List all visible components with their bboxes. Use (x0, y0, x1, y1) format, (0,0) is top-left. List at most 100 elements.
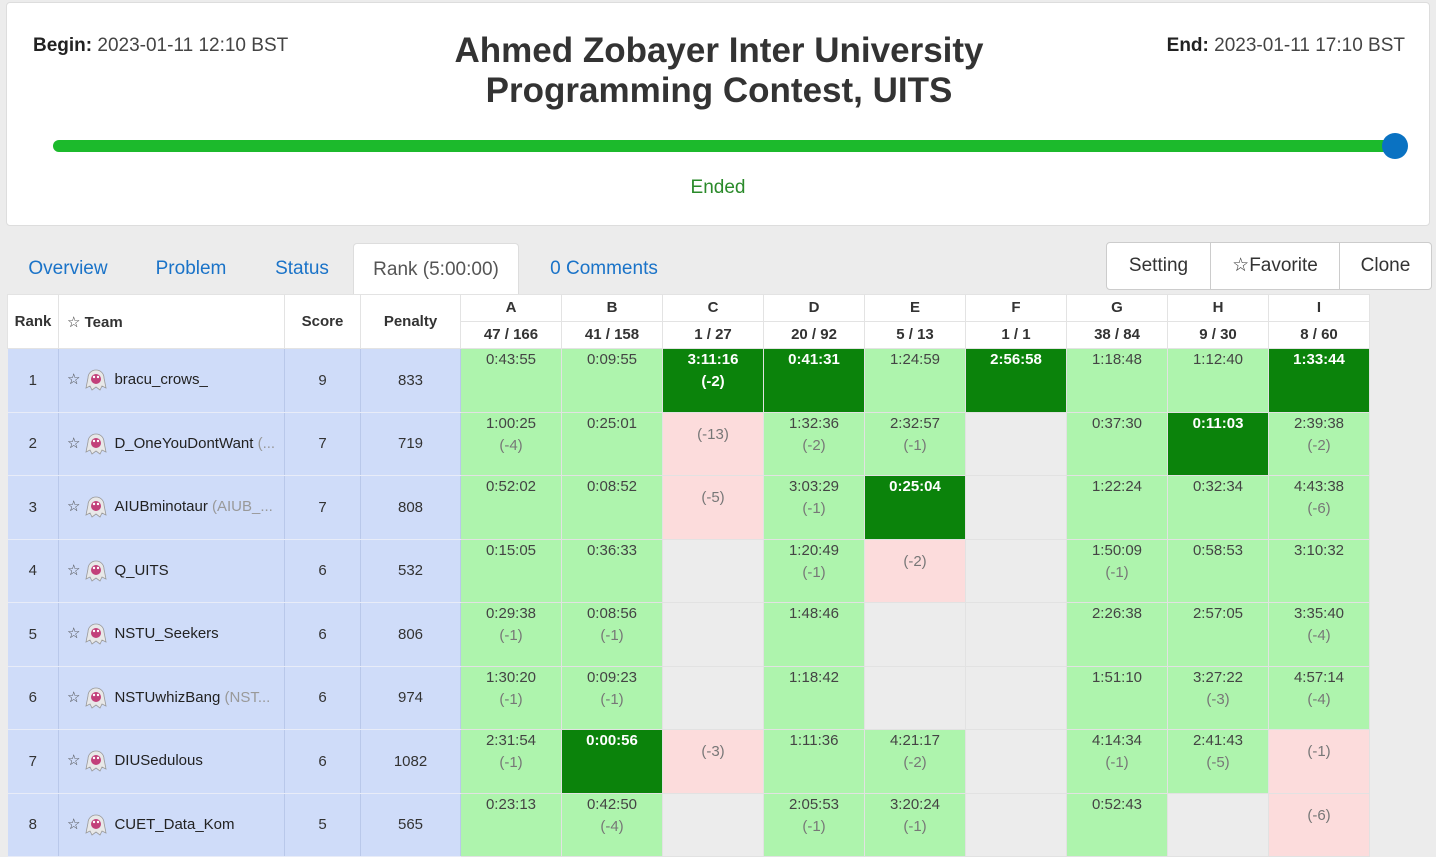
problem-result-cell[interactable]: 3:10:32 (1268, 539, 1370, 603)
problem-header-e[interactable]: E (864, 294, 966, 322)
problem-result-cell[interactable]: 1:11:36 (763, 729, 865, 794)
problem-result-cell[interactable]: 2:41:43 (-5) (1167, 729, 1269, 794)
team-name[interactable]: NSTU_Seekers (114, 625, 218, 642)
problem-result-cell[interactable]: 3:35:40 (-4) (1268, 602, 1370, 667)
favorite-star-icon[interactable]: ☆ (67, 562, 80, 579)
problem-header-i[interactable]: I (1268, 294, 1370, 322)
problem-result-cell[interactable]: 2:56:58 (965, 348, 1067, 413)
problem-result-cell[interactable]: 4:14:34 (-1) (1066, 729, 1168, 794)
problem-result-cell[interactable]: 1:24:59 (864, 348, 966, 413)
problem-result-cell[interactable]: 1:32:36 (-2) (763, 412, 865, 476)
problem-result-cell[interactable]: 1:33:44 (1268, 348, 1370, 413)
problem-result-cell[interactable]: 1:50:09 (-1) (1066, 539, 1168, 603)
tab-problem[interactable]: Problem (130, 243, 252, 295)
problem-result-cell[interactable]: 2:32:57 (-1) (864, 412, 966, 476)
team-name[interactable]: CUET_Data_Kom (114, 816, 234, 833)
problem-header-a[interactable]: A (460, 294, 562, 322)
team-name[interactable]: bracu_crows_ (114, 371, 207, 388)
problem-result-cell[interactable]: 3:27:22 (-3) (1167, 666, 1269, 730)
problem-result-cell[interactable]: 1:22:24 (1066, 475, 1168, 540)
problem-header-c[interactable]: C (662, 294, 764, 322)
problem-result-cell[interactable]: 2:39:38 (-2) (1268, 412, 1370, 476)
problem-result-cell[interactable]: 0:52:02 (460, 475, 562, 540)
problem-result-cell[interactable]: 4:57:14 (-4) (1268, 666, 1370, 730)
problem-result-cell[interactable]: 0:58:53 (1167, 539, 1269, 603)
problem-result-cell[interactable]: 1:18:48 (1066, 348, 1168, 413)
favorite-star-icon[interactable]: ☆ (67, 435, 80, 452)
setting-button[interactable]: Setting (1107, 243, 1210, 289)
penalty-header[interactable]: Penalty (360, 294, 461, 349)
problem-result-cell[interactable]: (-13) (662, 412, 764, 476)
favorite-button[interactable]: ☆Favorite (1210, 243, 1339, 289)
team-name[interactable]: AIUBminotaur (114, 498, 207, 515)
problem-result-cell[interactable]: 0:29:38 (-1) (460, 602, 562, 667)
problem-result-cell[interactable]: 0:08:56 (-1) (561, 602, 663, 667)
problem-result-cell[interactable]: 0:32:34 (1167, 475, 1269, 540)
problem-result-cell[interactable]: 0:09:55 (561, 348, 663, 413)
problem-result-cell[interactable]: 0:42:50 (-4) (561, 793, 663, 857)
problem-result-cell[interactable]: 0:43:55 (460, 348, 562, 413)
tab-status[interactable]: Status (252, 243, 352, 295)
solve-time: 0:41:31 (788, 351, 840, 368)
team-name[interactable]: NSTUwhizBang (114, 689, 220, 706)
problem-result-cell[interactable]: 1:48:46 (763, 602, 865, 667)
problem-header-b[interactable]: B (561, 294, 663, 322)
problem-result-cell[interactable]: 2:31:54 (-1) (460, 729, 562, 794)
problem-result-cell[interactable]: 0:37:30 (1066, 412, 1168, 476)
team-name[interactable]: D_OneYouDontWant (114, 435, 253, 452)
problem-result-cell[interactable]: (-5) (662, 475, 764, 540)
problem-result-cell[interactable]: 1:51:10 (1066, 666, 1168, 730)
rank-header[interactable]: Rank (7, 294, 59, 349)
favorite-star-icon[interactable]: ☆ (67, 816, 80, 833)
tab-comments[interactable]: 0 Comments (529, 243, 679, 295)
problem-header-h[interactable]: H (1167, 294, 1269, 322)
team-name[interactable]: DIUSedulous (114, 752, 202, 769)
problem-result-cell[interactable]: 0:25:04 (864, 475, 966, 540)
favorite-star-icon[interactable]: ☆ (67, 752, 80, 769)
tab-overview[interactable]: Overview (6, 243, 130, 295)
problem-result-cell[interactable]: 0:23:13 (460, 793, 562, 857)
wrong-attempts: (-1) (903, 436, 927, 454)
problem-result-cell[interactable]: 2:57:05 (1167, 602, 1269, 667)
problem-result-cell[interactable]: (-3) (662, 729, 764, 794)
problem-header-g[interactable]: G (1066, 294, 1168, 322)
problem-result-cell[interactable]: 0:36:33 (561, 539, 663, 603)
problem-result-cell[interactable]: 2:05:53 (-1) (763, 793, 865, 857)
problem-result-cell[interactable]: 0:15:05 (460, 539, 562, 603)
favorite-star-icon[interactable]: ☆ (67, 498, 80, 515)
problem-stat-d: 20 / 92 (763, 321, 865, 349)
problem-result-cell[interactable]: 2:26:38 (1066, 602, 1168, 667)
team-header[interactable]: ☆ Team (58, 294, 285, 349)
problem-result-cell[interactable]: (-6) (1268, 793, 1370, 857)
tab-rank[interactable]: Rank (5:00:00) (353, 243, 519, 295)
favorite-star-icon[interactable]: ☆ (67, 625, 80, 642)
team-name[interactable]: Q_UITS (114, 562, 168, 579)
problem-result-cell[interactable]: 0:00:56 (561, 729, 663, 794)
wrong-attempts: (-6) (1307, 500, 1331, 517)
problem-result-cell[interactable]: 1:00:25 (-4) (460, 412, 562, 476)
problem-header-d[interactable]: D (763, 294, 865, 322)
problem-result-cell[interactable]: 3:03:29 (-1) (763, 475, 865, 540)
progress-knob[interactable] (1382, 133, 1408, 159)
problem-result-cell[interactable]: (-2) (864, 539, 966, 603)
problem-result-cell[interactable]: 1:12:40 (1167, 348, 1269, 413)
favorite-star-icon[interactable]: ☆ (67, 689, 80, 706)
problem-header-f[interactable]: F (965, 294, 1067, 322)
problem-result-cell[interactable]: 0:25:01 (561, 412, 663, 476)
problem-result-cell[interactable]: (-1) (1268, 729, 1370, 794)
problem-result-cell[interactable]: 3:11:16 (-2) (662, 348, 764, 413)
score-header[interactable]: Score (284, 294, 361, 349)
problem-result-cell[interactable]: 0:09:23 (-1) (561, 666, 663, 730)
problem-result-cell[interactable]: 0:41:31 (763, 348, 865, 413)
favorite-star-icon[interactable]: ☆ (67, 371, 80, 388)
problem-result-cell[interactable]: 4:21:17 (-2) (864, 729, 966, 794)
problem-result-cell[interactable]: 0:52:43 (1066, 793, 1168, 857)
problem-result-cell[interactable]: 1:20:49 (-1) (763, 539, 865, 603)
problem-result-cell[interactable]: 4:43:38 (-6) (1268, 475, 1370, 540)
problem-result-cell[interactable]: 3:20:24 (-1) (864, 793, 966, 857)
problem-result-cell[interactable]: 0:08:52 (561, 475, 663, 540)
problem-result-cell[interactable]: 1:30:20 (-1) (460, 666, 562, 730)
problem-result-cell[interactable]: 0:11:03 (1167, 412, 1269, 476)
clone-button[interactable]: Clone (1339, 243, 1431, 289)
problem-result-cell[interactable]: 1:18:42 (763, 666, 865, 730)
